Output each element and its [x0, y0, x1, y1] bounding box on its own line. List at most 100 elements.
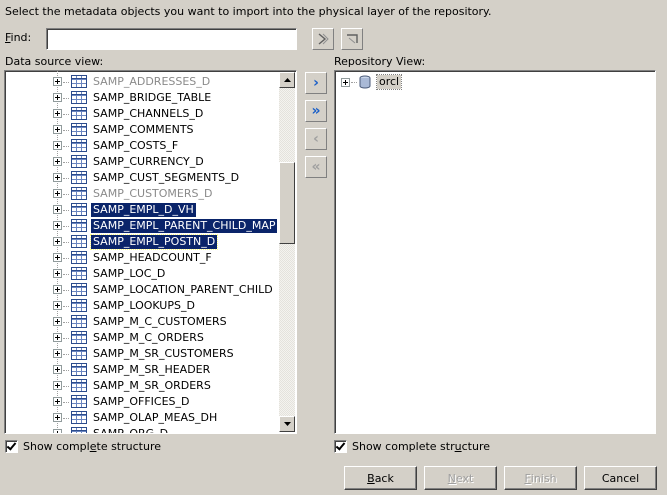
tree-item-label: SAMP_BRIDGE_TABLE	[93, 91, 212, 104]
repository-item-label: orcl	[375, 74, 403, 90]
expand-icon[interactable]	[53, 413, 62, 422]
table-icon	[71, 123, 87, 136]
tree-item[interactable]: SAMP_COMMENTS	[5, 122, 281, 138]
table-icon	[71, 267, 87, 280]
expand-icon[interactable]	[53, 109, 62, 118]
expand-icon[interactable]	[53, 429, 62, 433]
next-button[interactable]: Next	[424, 466, 497, 490]
tree-item-label: SAMP_EMPL_D_VH	[91, 203, 196, 217]
expand-icon[interactable]	[341, 78, 350, 87]
tree-item-label: SAMP_LOCATION_PARENT_CHILD	[93, 283, 273, 296]
tree-item[interactable]: SAMP_M_C_ORDERS	[5, 330, 281, 346]
show-complete-structure-right[interactable]: Show complete structure	[334, 440, 490, 453]
tree-item[interactable]: SAMP_HEADCOUNT_F	[5, 250, 281, 266]
tree-item[interactable]: SAMP_EMPL_POSTN_D	[5, 234, 281, 250]
expand-icon[interactable]	[53, 269, 62, 278]
data-source-tree[interactable]: SAMP_ADDRESSES_D SAMP_BRIDGE_TABLE SAMP_CH…	[4, 70, 297, 434]
expand-icon[interactable]	[53, 301, 62, 310]
binoculars-back-icon	[347, 34, 358, 44]
expand-icon[interactable]	[53, 93, 62, 102]
move-all-left-icon: «	[311, 159, 321, 175]
tree-item[interactable]: SAMP_CHANNELS_D	[5, 106, 281, 122]
expand-icon[interactable]	[53, 333, 62, 342]
tree-item[interactable]: SAMP_OLAP_MEAS_DH	[5, 410, 281, 426]
expand-icon[interactable]	[53, 349, 62, 358]
tree-item[interactable]: SAMP_M_C_CUSTOMERS	[5, 314, 281, 330]
scroll-down-button[interactable]	[279, 416, 295, 432]
expand-icon[interactable]	[53, 381, 62, 390]
expand-icon[interactable]	[53, 221, 62, 230]
table-icon	[71, 219, 87, 232]
move-all-right-icon: »	[311, 103, 321, 119]
tree-item[interactable]: SAMP_M_SR_HEADER	[5, 362, 281, 378]
expand-icon[interactable]	[53, 253, 62, 262]
expand-icon[interactable]	[53, 77, 62, 86]
table-icon	[71, 331, 87, 344]
move-selected-right-button[interactable]: ›	[305, 72, 327, 94]
table-icon	[71, 315, 87, 328]
tree-item[interactable]: SAMP_LOC_D	[5, 266, 281, 282]
expand-icon[interactable]	[53, 157, 62, 166]
move-all-left-button[interactable]: «	[305, 156, 327, 178]
tree-item[interactable]: SAMP_COSTS_F	[5, 138, 281, 154]
tree-item[interactable]: SAMP_ADDRESSES_D	[5, 74, 281, 90]
move-all-right-button[interactable]: »	[305, 100, 327, 122]
tree-item-label: SAMP_ADDRESSES_D	[93, 75, 211, 88]
expand-icon[interactable]	[53, 173, 62, 182]
data-source-view-label: Data source view:	[5, 55, 104, 68]
table-icon	[71, 395, 87, 408]
find-previous-button[interactable]	[341, 28, 363, 50]
table-icon	[71, 107, 87, 120]
show-complete-structure-left[interactable]: Show complete structure	[5, 440, 161, 453]
tree-item[interactable]: SAMP_EMPL_PARENT_CHILD_MAP	[5, 218, 281, 234]
table-icon	[71, 155, 87, 168]
tree-item-label: SAMP_OFFICES_D	[93, 395, 190, 408]
scroll-up-button[interactable]	[279, 72, 295, 88]
expand-icon[interactable]	[53, 237, 62, 246]
tree-item[interactable]: SAMP_EMPL_D_VH	[5, 202, 281, 218]
expand-icon[interactable]	[53, 141, 62, 150]
expand-icon[interactable]	[53, 205, 62, 214]
instruction-text: Select the metadata objects you want to …	[5, 5, 492, 18]
tree-item[interactable]: SAMP_BRIDGE_TABLE	[5, 90, 281, 106]
tree-item[interactable]: SAMP_OFFICES_D	[5, 394, 281, 410]
move-selected-left-button[interactable]: ‹	[305, 128, 327, 150]
table-icon	[71, 363, 87, 376]
table-icon	[71, 139, 87, 152]
repository-view-label: Repository View:	[334, 55, 426, 68]
tree-item[interactable]: SAMP_ORG_D	[5, 426, 281, 433]
show-complete-checkbox-left[interactable]	[5, 440, 18, 453]
repository-tree[interactable]: orcl	[334, 70, 656, 434]
tree-item-label: SAMP_CUSTOMERS_D	[93, 187, 213, 200]
tree-item[interactable]: SAMP_M_SR_ORDERS	[5, 378, 281, 394]
tree-item[interactable]: SAMP_LOCATION_PARENT_CHILD	[5, 282, 281, 298]
expand-icon[interactable]	[53, 365, 62, 374]
tree-item[interactable]: SAMP_CURRENCY_D	[5, 154, 281, 170]
binoculars-icon	[318, 33, 329, 45]
finish-button[interactable]: Finish	[504, 466, 577, 490]
expand-icon[interactable]	[53, 189, 62, 198]
tree-item[interactable]: SAMP_CUSTOMERS_D	[5, 186, 281, 202]
database-icon	[359, 75, 371, 89]
tree-item-label: SAMP_M_C_ORDERS	[93, 331, 204, 344]
tree-item[interactable]: SAMP_M_SR_CUSTOMERS	[5, 346, 281, 362]
table-icon	[71, 187, 87, 200]
tree-item[interactable]: SAMP_CUST_SEGMENTS_D	[5, 170, 281, 186]
back-button[interactable]: Back	[344, 466, 417, 490]
find-input[interactable]	[46, 28, 297, 50]
tree-item[interactable]: SAMP_LOOKUPS_D	[5, 298, 281, 314]
table-icon	[71, 411, 87, 424]
scroll-thumb[interactable]	[279, 162, 295, 244]
expand-icon[interactable]	[53, 285, 62, 294]
find-next-button[interactable]	[312, 28, 334, 50]
tree-item-label: SAMP_COSTS_F	[93, 139, 179, 152]
move-selected-right-icon: ›	[313, 75, 319, 91]
expand-icon[interactable]	[53, 125, 62, 134]
expand-icon[interactable]	[53, 317, 62, 326]
expand-icon[interactable]	[53, 397, 62, 406]
data-source-scrollbar[interactable]	[279, 72, 295, 432]
cancel-button[interactable]: Cancel	[584, 466, 657, 490]
show-complete-checkbox-right[interactable]	[334, 440, 347, 453]
arrow-up-icon	[283, 78, 291, 82]
arrow-down-icon	[283, 422, 291, 426]
